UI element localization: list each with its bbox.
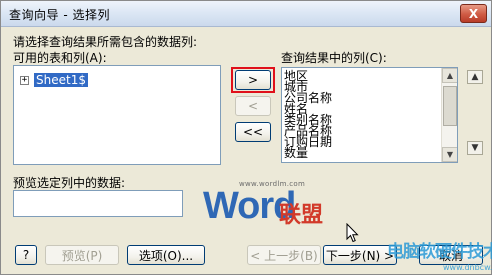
available-columns-tree[interactable]: + Sheet1$ (13, 65, 221, 165)
tree-item-label: Sheet1$ (34, 73, 88, 87)
site-watermark: 电脑软硬件技术网 www.dnbcw.com (373, 223, 492, 275)
options-button[interactable]: 选项(O)... (127, 245, 205, 265)
help-button[interactable]: ? (15, 245, 37, 265)
preview-box (13, 190, 183, 217)
move-down-button[interactable]: ▼ (467, 141, 483, 155)
move-up-button[interactable]: ▲ (467, 70, 483, 84)
move-up-icon: ▲ (471, 72, 479, 82)
scroll-up-icon[interactable]: ▲ (442, 68, 457, 83)
query-wizard-dialog: 查询向导 - 选择列 X 请选择查询结果所需包含的数据列: 可用的表和列(A):… (0, 0, 492, 275)
list-item[interactable]: 数量 (284, 147, 308, 159)
scroll-thumb[interactable] (443, 86, 457, 126)
vertical-scrollbar[interactable]: ▲ ▼ (441, 68, 457, 162)
mouse-cursor-icon (346, 223, 359, 243)
move-down-icon: ▼ (471, 143, 479, 153)
highlight-annotation (231, 67, 275, 93)
result-columns-label: 查询结果中的列(C): (281, 51, 387, 65)
close-icon: X (468, 6, 479, 21)
tree-item-sheet1[interactable]: + Sheet1$ (20, 73, 88, 87)
preview-label: 预览选定列中的数据: (13, 176, 126, 190)
remove-column-button[interactable]: < (235, 96, 271, 116)
available-columns-label: 可用的表和列(A): (13, 51, 107, 65)
site-watermark-url: www.dnbcw.com (443, 263, 492, 272)
watermark-lianmeng-text: 联盟 (279, 203, 324, 228)
preview-button[interactable]: 预览(P) (45, 245, 119, 265)
word-lianmeng-watermark: www.wordlm.com Word 联盟 (197, 173, 357, 233)
remove-all-columns-button[interactable]: << (235, 122, 271, 142)
expand-icon[interactable]: + (20, 75, 29, 85)
scroll-down-icon[interactable]: ▼ (442, 147, 457, 162)
help-icon: ? (22, 248, 30, 262)
title-bar: 查询向导 - 选择列 X (1, 1, 491, 27)
site-watermark-text: 电脑软硬件技术网 (387, 242, 492, 262)
window-title: 查询向导 - 选择列 (9, 8, 110, 22)
close-button[interactable]: X (460, 4, 487, 23)
result-columns-list[interactable]: 地区 城市 公司名称 姓名 类别名称 产品名称 订购日期 数量 ▲ ▼ (281, 67, 458, 163)
back-button[interactable]: < 上一步(B) (247, 245, 321, 265)
instruction-text: 请选择查询结果所需包含的数据列: (13, 35, 198, 49)
